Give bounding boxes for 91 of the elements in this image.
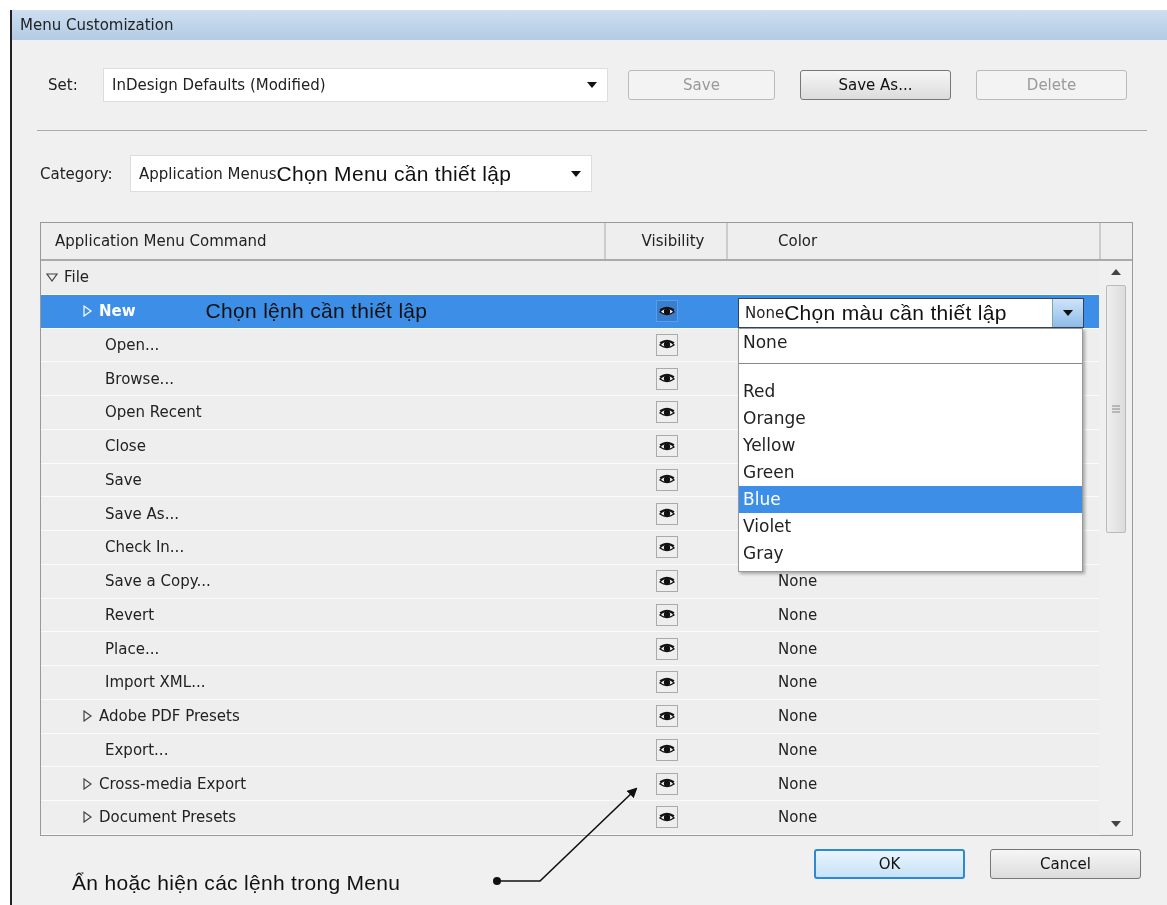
eye-icon [659,778,675,790]
visibility-toggle[interactable] [656,367,678,390]
color-value: None [778,605,818,624]
eye-icon [659,474,675,486]
scroll-down-icon[interactable] [1110,821,1121,827]
visibility-toggle[interactable] [656,671,678,694]
color-value: None [778,572,818,591]
eye-icon [659,575,675,587]
command-label[interactable]: Export... [105,740,169,759]
dialog-button[interactable]: Cancel [990,849,1141,879]
annotation-text: Chọn màu cần thiết lập [784,301,1007,325]
visibility-toggle[interactable] [656,806,678,829]
color-option[interactable]: Green [739,459,1082,486]
visibility-toggle[interactable] [656,738,678,761]
color-option[interactable]: Yellow [739,432,1082,459]
command-label[interactable]: Document Presets [99,808,237,827]
command-label[interactable]: Place... [105,639,160,658]
eye-icon [659,440,675,452]
command-label[interactable]: Check In... [105,538,185,557]
caret-icon [571,170,581,177]
eye-icon [659,710,675,722]
visibility-toggle[interactable] [656,468,678,491]
collapsed-triangle-icon[interactable] [81,811,93,824]
color-value: None [778,707,818,726]
caret-icon [587,82,597,88]
eye-icon [659,744,675,756]
annotation-text: Chọn Menu cần thiết lập [276,161,512,186]
visibility-toggle[interactable] [656,772,678,795]
scroll-thumb[interactable] [1105,285,1126,533]
command-label[interactable]: Close [105,437,146,456]
expanded-triangle-icon[interactable] [46,271,58,284]
color-option[interactable]: Red [739,378,1082,405]
color-value: None [778,774,818,793]
command-label[interactable]: Save a Copy... [105,572,211,591]
annotation-text: Ẩn hoặc hiện các lệnh trong Menu [72,871,401,895]
visibility-toggle[interactable] [656,401,678,424]
column-header[interactable]: Visibility [606,223,728,259]
color-value: None [778,639,818,658]
visibility-toggle[interactable] [656,536,678,559]
collapsed-triangle-icon[interactable] [81,710,93,723]
command-label[interactable]: Cross-media Export [99,774,247,793]
set-label: Set: [48,76,79,94]
color-value: None [778,808,818,827]
command-label[interactable]: Save As... [105,504,179,523]
eye-icon [659,811,675,823]
window-title: Menu Customization [20,16,174,34]
visibility-toggle[interactable] [656,570,678,593]
command-label[interactable]: Import XML... [105,673,206,692]
set-dropdown[interactable]: InDesign Defaults (Modified) [103,68,608,102]
color-dropdown[interactable]: NoneChọn màu cần thiết lập [738,298,1084,328]
eye-icon [659,373,675,385]
category-label: Category: [40,164,114,183]
command-label[interactable]: Open... [105,335,160,354]
visibility-toggle[interactable] [656,705,678,728]
color-value: None [778,740,818,759]
eye-icon [659,643,675,655]
visibility-toggle[interactable] [656,637,678,660]
scroll-up-icon[interactable] [1110,269,1121,275]
visibility-toggle[interactable] [656,603,678,626]
command-label[interactable]: File [64,268,90,287]
color-value: None [778,673,818,692]
eye-icon [659,609,675,621]
visibility-toggle[interactable] [656,502,678,525]
command-label[interactable]: Open Recent [105,403,202,422]
command-label[interactable]: Save [105,470,142,489]
category-dropdown[interactable]: Application MenusChọn Menu cần thiết lập [130,155,592,192]
annotation-text: Chọn lệnh cần thiết lập [205,299,428,324]
command-label[interactable]: Adobe PDF Presets [99,707,240,726]
caret-icon [1063,310,1073,316]
eye-icon [659,676,675,688]
eye-icon [659,508,675,520]
dialog-button[interactable]: OK [814,849,965,879]
eye-icon [659,305,675,317]
column-header[interactable]: Application Menu Command [41,223,606,259]
color-option[interactable]: Gray [739,540,1082,567]
visibility-toggle[interactable] [656,333,678,356]
collapsed-triangle-icon[interactable] [81,777,93,790]
dropdown-button[interactable] [1052,299,1083,327]
color-option[interactable]: Orange [739,405,1082,432]
visibility-toggle[interactable] [656,435,678,458]
command-label[interactable]: Revert [105,605,155,624]
color-option[interactable]: Violet [739,513,1082,540]
color-option[interactable]: None [739,329,1082,363]
set-button[interactable]: Save As... [800,70,951,100]
grip-icon [1111,405,1120,413]
column-header[interactable]: Color [728,223,1101,259]
eye-icon [659,339,675,351]
command-label[interactable]: Browse... [105,369,174,388]
eye-icon [659,406,675,418]
eye-icon [659,541,675,553]
visibility-toggle[interactable] [656,300,678,323]
